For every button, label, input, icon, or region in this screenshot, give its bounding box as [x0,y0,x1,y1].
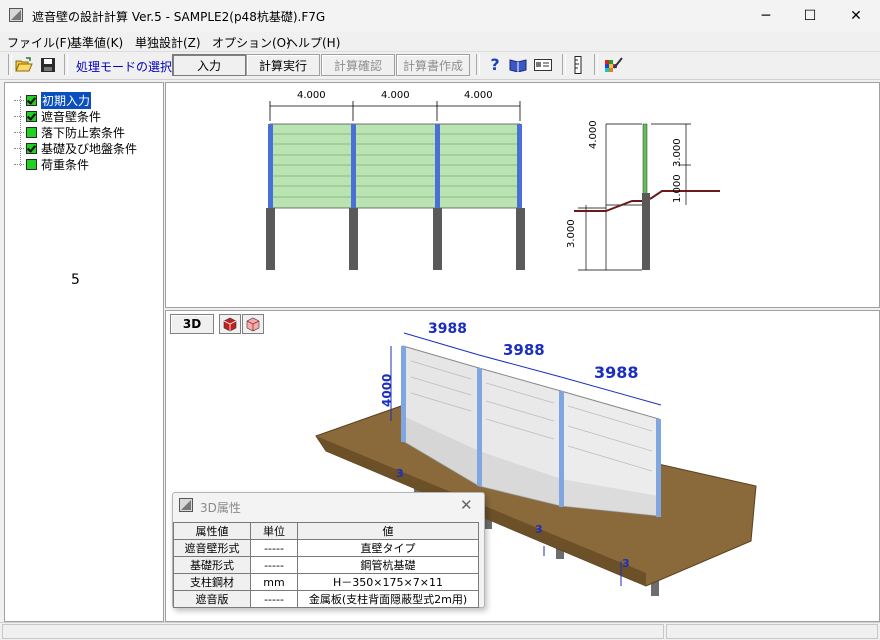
upper-height-dimension: 3.000 [672,138,683,167]
property-value: 金属板(支柱背面隠蔽型式2m用) [297,590,479,608]
property-value: H－350×175×7×11 [297,573,479,591]
checkbox-unchecked-icon [26,126,37,138]
span-dimension-2: 4.000 [381,90,410,101]
color-settings-icon[interactable] [602,54,626,75]
tree-item-foundation-ground[interactable]: 基礎及び地盤条件 [14,140,137,156]
table-row: 基礎形式 ----- 鋼管杭基礎 [173,556,479,574]
span-dimension-1: 4.000 [297,90,326,101]
menu-help[interactable]: ヘルプ(H) [286,34,340,51]
toolbar-separator [562,54,566,75]
pile-label-3d-3: 3 [622,557,630,570]
property-name: 基礎形式 [173,556,251,574]
open-folder-icon[interactable] [14,54,34,75]
toolbar-separator [476,54,480,75]
dialog-title: 3D属性 [200,501,241,515]
tree-item-label: 基礎及び地盤条件 [41,141,138,156]
property-value: 鋼管杭基礎 [297,556,479,574]
wall-height-dimension: 4.000 [588,120,599,149]
cube-red-icon[interactable] [219,314,241,334]
mode-selection-label: 処理モードの選択 [76,60,173,74]
menu-standard[interactable]: 基準値(K) [70,34,123,51]
run-calculation-button[interactable]: 計算実行 [246,54,320,76]
elevation-drawing [266,101,720,271]
manual-book-icon[interactable] [508,54,528,75]
create-report-button[interactable]: 計算書作成 [396,54,470,76]
table-row: 支柱鋼材 mm H－350×175×7×11 [173,573,479,591]
help-icon[interactable]: ? [486,54,504,75]
menu-file[interactable]: ファイル(F) [7,34,71,51]
confirm-calculation-button[interactable]: 計算確認 [321,54,395,76]
tree-item-label: 初期入力 [41,91,92,109]
front-elevation [266,101,525,270]
menu-single-design[interactable]: 単独設計(Z) [135,34,201,51]
toolbar-separator [594,54,598,75]
properties-table: 属性値 単位 値 遮音壁形式 ----- 直壁タイプ 基礎形式 ----- 鋼管… [173,522,479,608]
property-unit: ----- [250,590,298,608]
toolbar-separator [8,54,12,75]
checkbox-unchecked-icon [26,158,37,170]
checkbox-checked-icon [26,142,37,154]
property-unit: ----- [250,556,298,574]
tree-item-label: 落下防止索条件 [41,125,126,140]
column-header: 属性値 [173,522,251,540]
dialog-app-icon [179,498,193,512]
table-row: 遮音壁形式 ----- 直壁タイプ [173,539,479,557]
tree-item-fall-prevention[interactable]: 落下防止索条件 [14,124,125,140]
table-header-row: 属性値 単位 値 [173,522,479,540]
pile-label-3d-2: 3 [535,523,543,536]
tree-item-initial-input[interactable]: 初期入力 [14,91,92,109]
tree-item-wall-conditions[interactable]: 遮音壁条件 [14,108,101,124]
menu-options[interactable]: オプション(O) [212,34,291,51]
span-label-3d-3: 3988 [594,363,639,382]
column-header: 単位 [250,522,298,540]
property-name: 遮音版 [173,590,251,608]
tree-overlay-number: 5 [71,272,80,288]
table-row: 遮音版 ----- 金属板(支柱背面隠蔽型式2m用) [173,590,479,608]
property-name: 支柱鋼材 [173,573,251,591]
height-label-3d: 4000 [380,373,394,407]
property-value: 直壁タイプ [297,539,479,557]
mode-input-button[interactable]: 入力 [172,54,246,76]
span-dimension-3: 4.000 [464,90,493,101]
drawing-2d-panel: 4.000 4.000 4.000 4.000 3.000 3.000 1.00… [165,82,880,308]
status-cell-main [2,624,664,639]
tree-item-label: 遮音壁条件 [41,109,102,124]
app-icon [9,8,23,22]
offset-dimension: 1.000 [672,174,683,203]
window-title: 遮音壁の設計計算 Ver.5 - SAMPLE2(p48杭基礎).F7G [32,10,326,24]
toolbar-separator [64,54,68,75]
property-unit: ----- [250,539,298,557]
span-label-3d-2: 3988 [503,341,545,359]
save-icon[interactable] [38,54,58,75]
id-card-icon[interactable] [532,54,554,75]
property-name: 遮音壁形式 [173,539,251,557]
ruler-icon[interactable] [570,54,586,75]
pile-length-dimension: 3.000 [566,219,577,248]
checkbox-checked-icon [26,110,37,122]
column-header: 値 [297,522,479,540]
minimize-button[interactable]: ─ [744,0,788,32]
pile-label-3d-1: 3 [396,467,404,480]
dialog-close-button[interactable]: ✕ [460,496,473,514]
menu-bar [0,32,880,50]
close-button[interactable]: ✕ [834,0,878,32]
tree-item-label: 荷重条件 [41,157,90,172]
view-3d-button[interactable]: 3D [170,314,214,334]
status-cell-secondary [666,624,878,639]
checkbox-checked-icon [26,94,37,106]
property-unit: mm [250,573,298,591]
span-label-3d-1: 3988 [428,321,467,337]
tree-item-load-conditions[interactable]: 荷重条件 [14,156,89,172]
maximize-button[interactable]: ☐ [788,0,832,32]
cube-outline-icon[interactable] [242,314,264,334]
